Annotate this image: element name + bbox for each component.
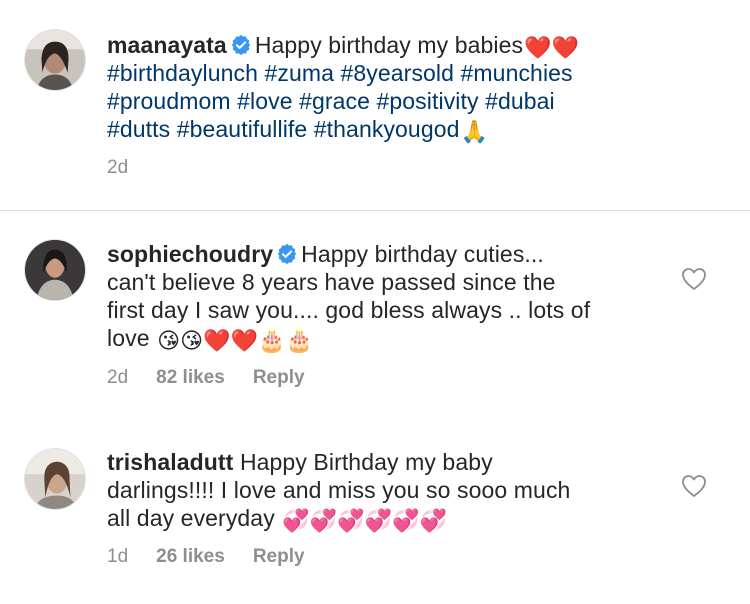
comment-line: can't believe 8 years have passed since … xyxy=(107,269,556,295)
comment-line: love xyxy=(107,325,150,351)
hashtags[interactable]: #proudmom #love #grace #positivity #duba… xyxy=(107,88,555,114)
comment-meta: 2d 82 likes Reply xyxy=(107,366,333,390)
comment-line: Happy birthday cuties... xyxy=(301,241,544,267)
like-heart-icon[interactable] xyxy=(681,474,707,498)
username[interactable]: maanayata xyxy=(107,32,227,58)
verified-badge-icon xyxy=(231,34,250,56)
like-heart-icon[interactable] xyxy=(681,267,707,291)
comment-meta: 1d 26 likes Reply xyxy=(107,545,333,569)
likes-count[interactable]: 82 likes xyxy=(156,366,225,390)
emoji-sequence: 😘😘❤️❤️🎂🎂 xyxy=(157,328,314,353)
comment: sophiechoudry Happy birthday cuties... ca… xyxy=(0,211,750,401)
reply-button[interactable]: Reply xyxy=(253,545,305,569)
comment-text: trishaladutt Happy Birthday my baby darl… xyxy=(107,448,652,532)
heart-emoji: ❤️❤️ xyxy=(524,35,580,60)
caption-message: Happy birthday my babies xyxy=(254,32,524,58)
avatar[interactable] xyxy=(24,29,86,91)
username[interactable]: sophiechoudry xyxy=(107,241,273,267)
comment-line: Happy Birthday my baby xyxy=(239,449,493,475)
avatar[interactable] xyxy=(24,448,86,510)
hashtags[interactable]: #dutts #beautifullife #thankyougod xyxy=(107,116,460,142)
comment-text: sophiechoudry Happy birthday cuties... ca… xyxy=(107,240,652,352)
comment-line: first day I saw you.... god bless always… xyxy=(107,297,591,323)
timestamp[interactable]: 2d xyxy=(107,156,128,180)
pray-emoji: 🙏 xyxy=(460,119,488,144)
emoji-sequence: 💞💞💞💞💞💞 xyxy=(282,508,448,533)
avatar[interactable] xyxy=(24,239,86,301)
comment-line: darlings!!!! I love and miss you so sooo… xyxy=(107,477,571,503)
timestamp[interactable]: 1d xyxy=(107,545,128,569)
hashtags[interactable]: #birthdaylunch #zuma #8yearsold #munchie… xyxy=(107,60,573,86)
verified-badge-icon xyxy=(277,243,297,265)
comment-line: all day everyday xyxy=(107,505,275,531)
caption-text: maanayata Happy birthday my babies❤️❤️ #b… xyxy=(107,31,652,143)
username[interactable]: trishaladutt xyxy=(107,449,233,475)
comment: trishaladutt Happy Birthday my baby darl… xyxy=(0,422,750,604)
caption-meta: 2d xyxy=(107,156,156,180)
caption: maanayata Happy birthday my babies❤️❤️ #b… xyxy=(0,0,750,210)
reply-button[interactable]: Reply xyxy=(253,366,305,390)
likes-count[interactable]: 26 likes xyxy=(156,545,225,569)
timestamp[interactable]: 2d xyxy=(107,366,128,390)
